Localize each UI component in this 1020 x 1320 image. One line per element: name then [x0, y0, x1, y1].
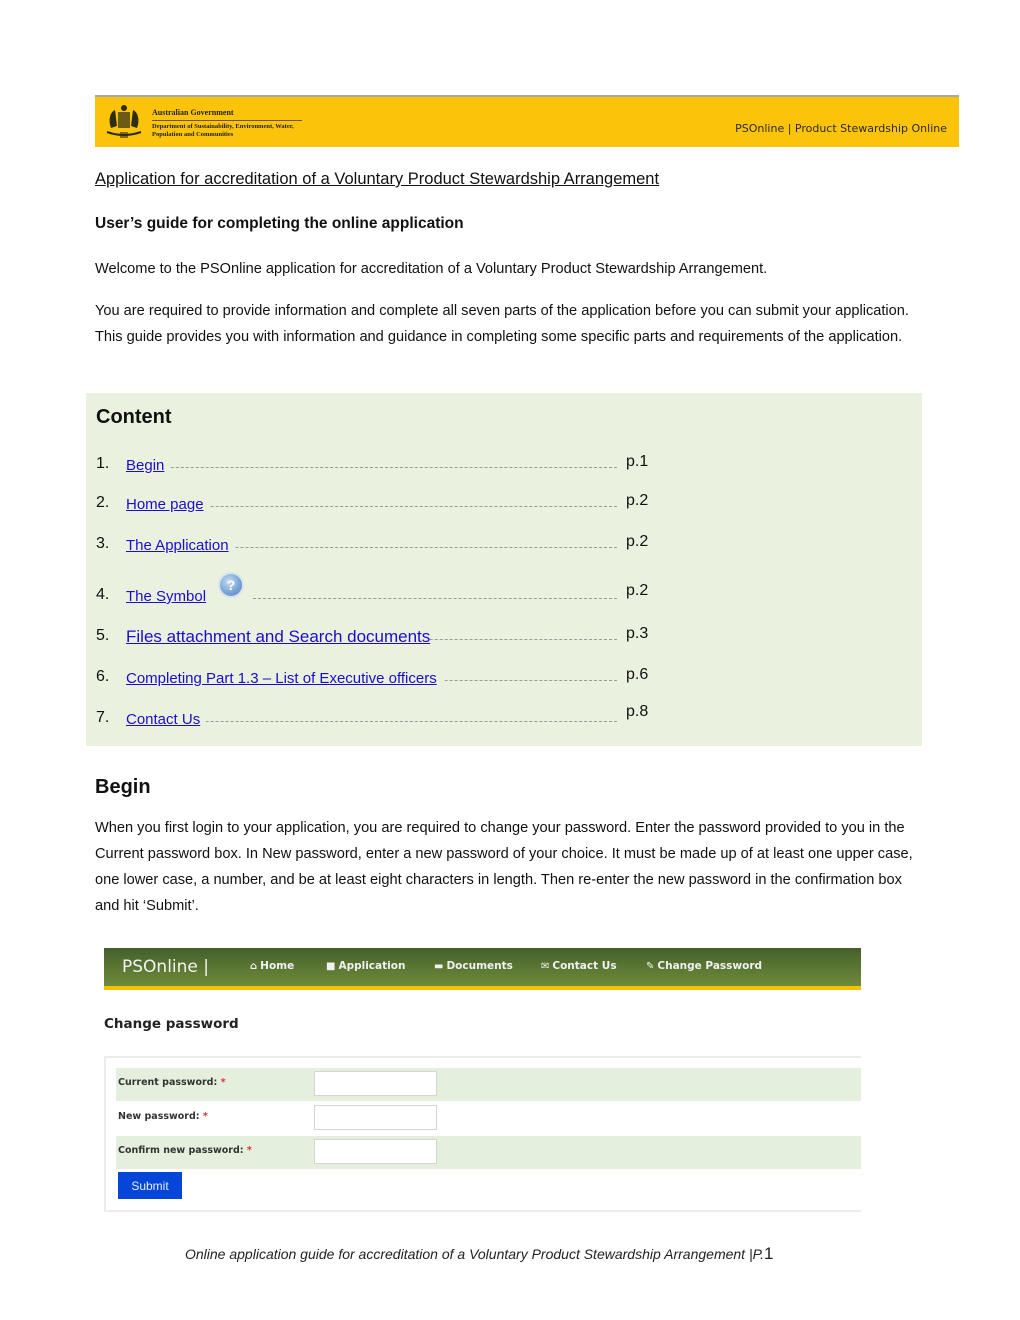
- toc-item: 4. The Symbol ? p.2: [96, 574, 648, 610]
- toc-link-contact-us[interactable]: Contact Us: [126, 711, 207, 728]
- document-subtitle: User’s guide for completing the online a…: [95, 215, 464, 232]
- nav-label: Home: [260, 960, 295, 972]
- toc-item: 7. Contact Us p.8: [96, 703, 648, 733]
- page-number: 1: [764, 1244, 774, 1263]
- document-title: Application for accreditation of a Volun…: [95, 170, 660, 188]
- footer-text: Online application guide for accreditati…: [185, 1246, 765, 1262]
- gov-name: Australian Government: [152, 108, 234, 117]
- toc-item: 6. Completing Part 1.3 – List of Executi…: [96, 666, 648, 692]
- confirm-password-label: Confirm new password: *: [118, 1145, 252, 1156]
- submit-button[interactable]: Submit: [118, 1172, 182, 1199]
- document-icon: ■: [326, 961, 336, 972]
- nav-item-documents[interactable]: ▬ Documents: [434, 960, 513, 972]
- edit-icon: ✎: [646, 961, 655, 972]
- nav-item-home[interactable]: ⌂ Home: [250, 960, 294, 972]
- toc-page: p.3: [626, 625, 649, 642]
- toc-page: p.1: [626, 453, 649, 470]
- help-question-icon: ?: [220, 574, 242, 596]
- toc-page: p.6: [626, 666, 649, 683]
- toc-link-executive-officers[interactable]: Completing Part 1.3 – List of Executive …: [126, 670, 443, 687]
- toc-link-files-attachment[interactable]: Files attachment and Search documents: [126, 627, 431, 647]
- toc-page: p.8: [626, 703, 649, 720]
- site-title: PSOnline | Product Stewardship Online: [735, 122, 947, 135]
- toc-number: 7.: [96, 709, 110, 726]
- nav-label: Documents: [446, 960, 513, 972]
- toc-link-begin[interactable]: Begin: [126, 457, 171, 474]
- toc-page: p.2: [626, 582, 649, 599]
- toc-link-the-symbol[interactable]: The Symbol: [126, 588, 213, 605]
- psonline-nav-bar: PSOnline | ⌂ Home ■ Application ▬ Documents…: [104, 948, 861, 990]
- form-row-current-password: Current password: *: [116, 1068, 861, 1101]
- begin-paragraph: When you first login to your application…: [95, 820, 913, 914]
- current-password-label: Current password: *: [118, 1077, 226, 1088]
- toc-page: p.2: [626, 533, 649, 550]
- nav-label: Application: [338, 960, 406, 972]
- banner-divider: [152, 120, 302, 121]
- toc-item: 2. Home page p.2: [96, 492, 648, 518]
- toc-item: 3. The Application p.2: [96, 533, 648, 559]
- toc-link-home-page[interactable]: Home page: [126, 496, 210, 513]
- change-password-heading: Change password: [104, 1016, 239, 1032]
- instructions-paragraph: You are required to provide information …: [95, 303, 909, 345]
- nav-brand[interactable]: PSOnline |: [122, 957, 209, 977]
- nav-label: Change Password: [657, 960, 763, 972]
- intro-paragraph: Welcome to the PSOnline application for …: [95, 261, 768, 277]
- toc-number: 1.: [96, 455, 110, 472]
- home-icon: ⌂: [250, 961, 258, 972]
- contents-heading: Content: [96, 406, 172, 428]
- current-password-input[interactable]: [314, 1071, 437, 1096]
- new-password-label: New password: *: [118, 1111, 208, 1122]
- toc-number: 4.: [96, 586, 110, 603]
- toc-number: 2.: [96, 494, 110, 511]
- envelope-icon: ✉: [541, 961, 550, 972]
- toc-leader: [253, 598, 617, 599]
- begin-heading: Begin: [95, 776, 151, 798]
- government-banner: Australian Government Department of Sust…: [95, 95, 959, 147]
- nav-label: Contact Us: [552, 960, 617, 972]
- toc-item: 1. Begin p.1: [96, 453, 648, 479]
- new-password-input[interactable]: [314, 1105, 437, 1130]
- nav-item-application[interactable]: ■ Application: [326, 960, 405, 972]
- coat-of-arms-icon: [106, 105, 142, 138]
- confirm-password-input[interactable]: [314, 1139, 437, 1164]
- toc-number: 5.: [96, 627, 110, 644]
- form-row-new-password: New password: *: [116, 1102, 861, 1135]
- department-name: Department of Sustainability, Environmen…: [152, 123, 294, 138]
- toc-number: 3.: [96, 535, 110, 552]
- table-of-contents: Content 1. Begin p.1 2. Home page p.2 3.…: [86, 393, 922, 746]
- toc-number: 6.: [96, 668, 110, 685]
- folder-icon: ▬: [434, 961, 444, 972]
- page-footer: Online application guide for accreditati…: [185, 1244, 773, 1264]
- toc-item: 5. Files attachment and Search documents…: [96, 625, 648, 651]
- toc-page: p.2: [626, 492, 649, 509]
- change-password-form: Current password: * New password: * Conf…: [104, 1056, 861, 1212]
- form-row-confirm-password: Confirm new password: *: [116, 1136, 861, 1169]
- nav-item-change-password[interactable]: ✎ Change Password: [646, 960, 762, 972]
- toc-leader: [126, 467, 617, 468]
- toc-link-the-application[interactable]: The Application: [126, 537, 235, 554]
- nav-item-contact-us[interactable]: ✉ Contact Us: [541, 960, 617, 972]
